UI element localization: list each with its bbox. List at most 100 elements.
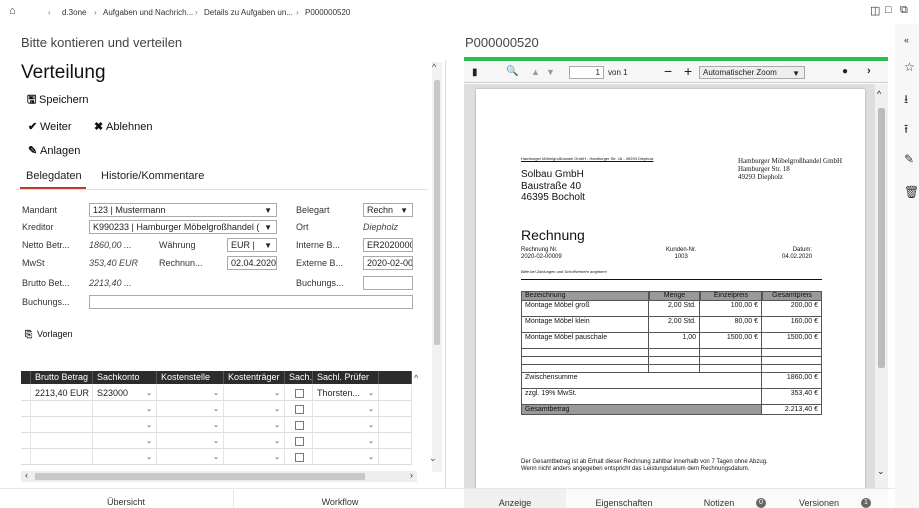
tab-belegdaten[interactable]: Belegdaten — [26, 170, 82, 182]
vorlagen-button[interactable]: ⎘ Vorlagen — [25, 329, 73, 340]
mandant-select[interactable]: 123 | Mustermann ▼ — [89, 203, 277, 217]
trash-icon[interactable]: 🗑 — [904, 185, 919, 199]
left-scrollbar[interactable]: ^ — [432, 62, 442, 472]
grid-kostentraeger-cell[interactable]: ⌄ — [224, 449, 285, 465]
grid-kostentraeger-cell[interactable]: ⌄ — [224, 401, 285, 417]
save-button[interactable]: 🖫 Speichern — [27, 91, 89, 110]
popout-icon[interactable]: ⧉ — [900, 4, 908, 17]
grid-sach-cell[interactable] — [285, 433, 313, 449]
grid-checkbox[interactable] — [295, 421, 304, 431]
grid-sach-cell[interactable] — [285, 401, 313, 417]
zoom-in-icon[interactable]: + — [684, 63, 692, 79]
more-icon[interactable]: › — [867, 65, 871, 77]
externe-belegnummer-field[interactable]: 2020-02-00 — [363, 256, 413, 270]
upload-icon[interactable]: ⭱ — [904, 120, 908, 141]
grid-checkbox[interactable] — [295, 453, 304, 463]
chevron-down-icon: ⌄ — [274, 422, 280, 429]
download-icon[interactable]: ⭳ — [904, 90, 908, 111]
tab-anzeige[interactable]: Anzeige — [464, 498, 566, 508]
grid-checkbox[interactable] — [295, 389, 304, 399]
grid-checkbox[interactable] — [295, 437, 304, 447]
col-kostenstelle[interactable]: Kostenstelle — [157, 371, 224, 384]
grid-brutto-cell[interactable]: 2213,40 EUR — [31, 385, 93, 401]
belegart-select[interactable]: Rechn ▼ — [363, 203, 413, 217]
invoice-cell — [700, 357, 762, 365]
grid-brutto-cell[interactable] — [31, 417, 93, 433]
grid-kostentraeger-cell[interactable]: ⌄ — [224, 417, 285, 433]
grid-kostenstelle-cell[interactable]: ⌄ — [157, 417, 224, 433]
paperclip-icon: ✎ — [28, 145, 38, 157]
grid-sach-cell[interactable] — [285, 417, 313, 433]
tab-eigenschaften[interactable]: Eigenschaften — [574, 498, 674, 508]
edit-icon[interactable]: ✎ — [904, 152, 914, 166]
grid-kostentraeger-cell[interactable]: ⌄ — [224, 385, 285, 401]
sidebar-toggle-icon[interactable]: ▮ — [472, 67, 478, 78]
grid-kostenstelle-cell[interactable]: ⌄ — [157, 385, 224, 401]
reject-button[interactable]: ✖ Ablehnen — [94, 120, 153, 133]
col-brutto[interactable]: Brutto Betrag — [31, 371, 93, 384]
collapse-icon[interactable]: « — [904, 35, 909, 45]
back-icon[interactable]: ‹ — [48, 8, 51, 17]
buchungstext-field[interactable] — [89, 295, 413, 309]
zoom-select[interactable]: Automatischer Zoom ▼ — [699, 66, 805, 79]
waehrung-select[interactable]: EUR | ▼ — [227, 238, 277, 252]
next-button[interactable]: ✔ Weiter — [28, 120, 72, 133]
grid-row-filler — [379, 433, 412, 449]
tab-notizen[interactable]: Notizen — [689, 498, 749, 508]
col-pruefer[interactable]: Sachl. Prüfer — [313, 371, 379, 384]
star-icon[interactable]: ☆ — [904, 60, 915, 74]
pdf-scrollbar[interactable]: ^ ⌄ — [875, 84, 888, 488]
split-view-icon[interactable]: ◫ — [870, 4, 880, 17]
zoom-out-icon[interactable]: − — [664, 63, 672, 79]
grid-brutto-cell[interactable] — [31, 449, 93, 465]
interne-belegnummer-field[interactable]: ER2020000 — [363, 238, 413, 252]
grid-pruefer-cell[interactable]: ⌄ — [313, 449, 379, 465]
grid-sachkonto-cell[interactable]: ⌄ — [93, 433, 157, 449]
breadcrumb-item-2[interactable]: Aufgaben und Nachrich... — [103, 8, 193, 17]
attachments-button[interactable]: ✎ Anlagen — [28, 144, 80, 157]
grid-pruefer-cell[interactable]: ⌄ — [313, 401, 379, 417]
grid-sach-cell[interactable] — [285, 385, 313, 401]
invoice-cell — [700, 349, 762, 357]
grid-sachkonto-cell[interactable]: ⌄ — [93, 401, 157, 417]
tab-versionen[interactable]: Versionen — [784, 498, 854, 508]
kreditor-select[interactable]: K990233 | Hamburger Möbelgroßhandel (▼ — [89, 220, 277, 234]
tab-workflow[interactable]: Workflow — [235, 497, 445, 507]
grid-sachkonto-cell[interactable]: S23000 ⌄ — [93, 385, 157, 401]
tab-uebersicht[interactable]: Übersicht — [21, 497, 231, 507]
tab-historie[interactable]: Historie/Kommentare — [101, 170, 204, 182]
panel-scroll-down-icon[interactable]: ⌄ — [429, 453, 437, 464]
rechnungsdatum-field[interactable]: 02.04.2020 — [227, 256, 277, 270]
page-number-field[interactable]: 1 — [569, 66, 604, 79]
grid-brutto-cell[interactable] — [31, 433, 93, 449]
buchungsdatum-field[interactable] — [363, 276, 413, 290]
grid-checkbox[interactable] — [295, 405, 304, 415]
breadcrumb-item-3[interactable]: Details zu Aufgaben un... — [204, 8, 293, 17]
grid-sach-cell[interactable] — [285, 449, 313, 465]
grid-scroll-up-icon[interactable]: ^ — [414, 373, 418, 383]
grid-horizontal-scrollbar[interactable]: ‹ › — [21, 470, 417, 482]
search-icon[interactable]: 🔍 — [506, 66, 518, 77]
home-icon[interactable]: ⌂ — [9, 5, 16, 17]
breadcrumb-item-4[interactable]: P000000520 — [305, 8, 350, 17]
grid-pruefer-cell[interactable]: ⌄ — [313, 433, 379, 449]
grid-kostentraeger-cell[interactable]: ⌄ — [224, 433, 285, 449]
pdf-viewer[interactable]: Hamburger Möbelgroßhandel GmbH - Hamburg… — [464, 84, 888, 488]
prev-page-icon[interactable]: ▲ — [531, 67, 540, 77]
grid-kostenstelle-cell[interactable]: ⌄ — [157, 401, 224, 417]
chevron-down-icon: ⌄ — [274, 390, 280, 397]
grid-pruefer-cell[interactable]: Thorsten... ⌄ — [313, 385, 379, 401]
col-sach[interactable]: Sach... — [285, 371, 313, 384]
single-view-icon[interactable]: □ — [885, 4, 892, 16]
grid-brutto-cell[interactable] — [31, 401, 93, 417]
comment-icon[interactable]: ● — [842, 66, 848, 77]
next-page-icon[interactable]: ▼ — [546, 67, 555, 77]
col-kostentraeger[interactable]: Kostenträger — [224, 371, 285, 384]
grid-pruefer-cell[interactable]: ⌄ — [313, 417, 379, 433]
grid-kostenstelle-cell[interactable]: ⌄ — [157, 449, 224, 465]
grid-sachkonto-cell[interactable]: ⌄ — [93, 449, 157, 465]
col-sachkonto[interactable]: Sachkonto — [93, 371, 157, 384]
grid-kostenstelle-cell[interactable]: ⌄ — [157, 433, 224, 449]
grid-sachkonto-cell[interactable]: ⌄ — [93, 417, 157, 433]
breadcrumb-item-1[interactable]: d.3one — [62, 8, 86, 17]
